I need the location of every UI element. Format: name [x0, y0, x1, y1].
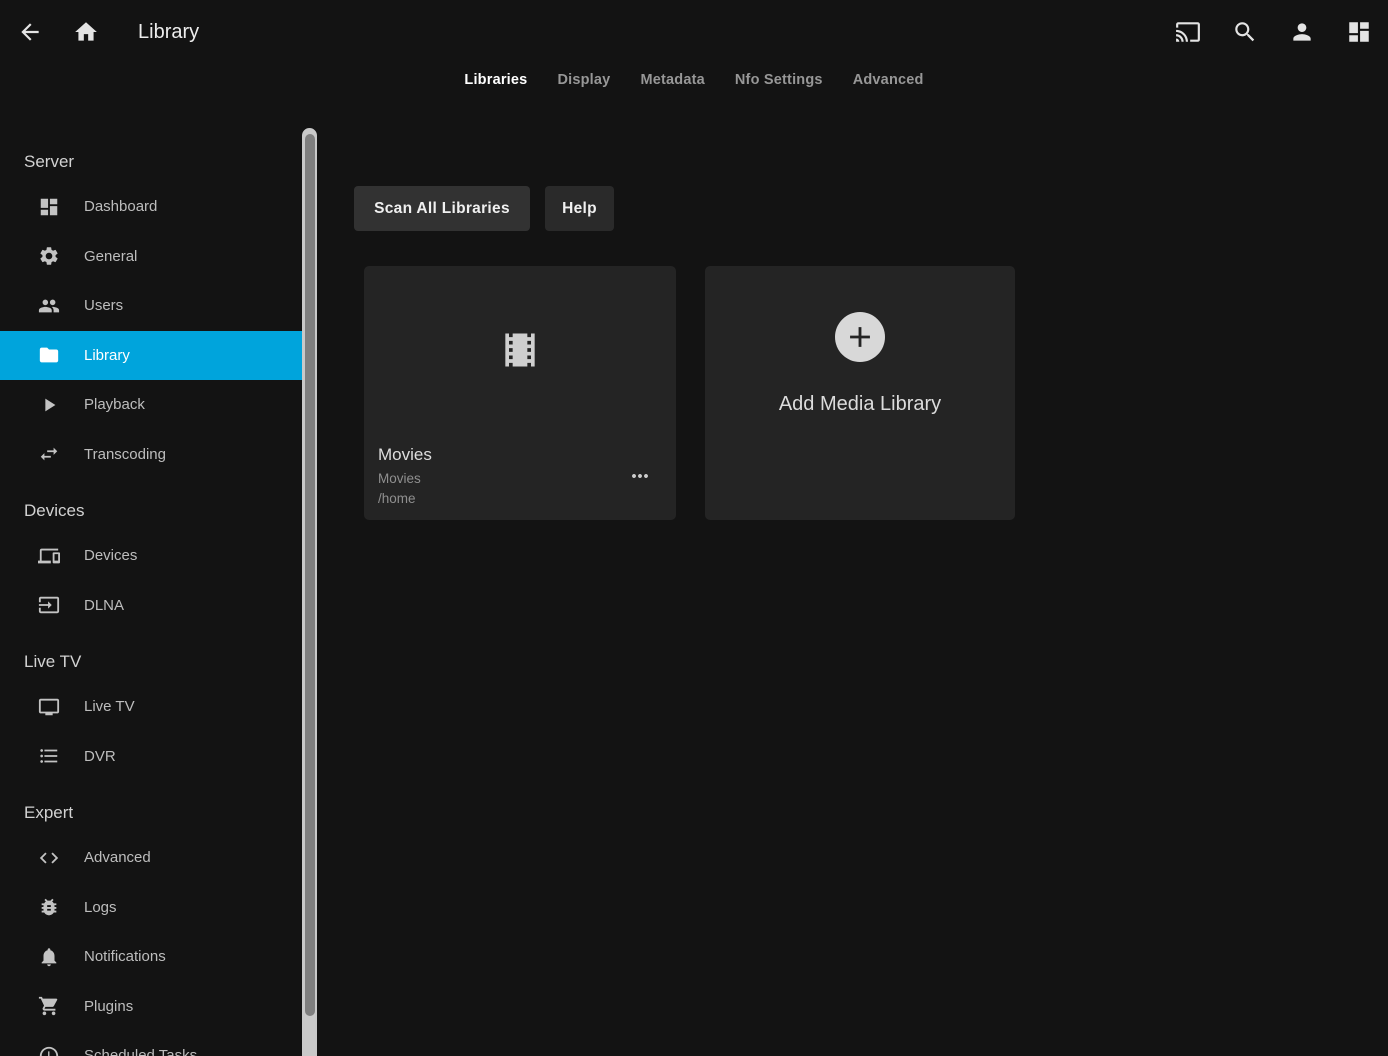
sidebar-item-label: Devices — [84, 547, 137, 564]
sidebar-item-label: Transcoding — [84, 446, 166, 463]
swap-arrows-icon — [37, 442, 61, 466]
users-icon — [37, 294, 61, 318]
film-strip-icon — [498, 328, 542, 372]
sidebar-item-label: DLNA — [84, 597, 124, 614]
sidebar-scrollbar-track[interactable] — [302, 128, 317, 1056]
sidebar-heading-devices: Devices — [0, 491, 303, 531]
sidebar-item-dlna[interactable]: DLNA — [0, 581, 303, 631]
sidebar-item-dvr[interactable]: DVR — [0, 732, 303, 782]
back-icon — [17, 19, 43, 45]
input-icon — [37, 593, 61, 617]
tab-nfo-settings[interactable]: Nfo Settings — [733, 68, 825, 92]
dashboard-grid-button[interactable] — [1345, 18, 1373, 46]
sidebar-item-notifications[interactable]: Notifications — [0, 932, 303, 982]
settings-tabs: Libraries Display Metadata Nfo Settings … — [0, 64, 1388, 96]
tab-advanced[interactable]: Advanced — [851, 68, 926, 92]
sidebar-item-label: Advanced — [84, 849, 151, 866]
search-icon — [1232, 19, 1258, 45]
sidebar-item-label: Live TV — [84, 698, 135, 715]
sidebar-item-plugins[interactable]: Plugins — [0, 982, 303, 1032]
card-path: /home — [378, 491, 416, 506]
sidebar-item-general[interactable]: General — [0, 232, 303, 282]
sidebar-item-live-tv[interactable]: Live TV — [0, 682, 303, 732]
tab-libraries[interactable]: Libraries — [462, 68, 529, 92]
sidebar-item-dashboard[interactable]: Dashboard — [0, 182, 303, 232]
sidebar-item-playback[interactable]: Playback — [0, 380, 303, 430]
bell-icon — [37, 945, 61, 969]
sidebar-item-label: Logs — [84, 899, 117, 916]
sidebar: Server Dashboard General Users Library P… — [0, 130, 303, 1056]
sidebar-item-users[interactable]: Users — [0, 281, 303, 331]
sidebar-item-label: Playback — [84, 396, 145, 413]
dashboard-grid-icon — [1346, 19, 1372, 45]
sidebar-item-scheduled-tasks[interactable]: Scheduled Tasks — [0, 1031, 303, 1056]
add-media-library-card[interactable]: Add Media Library — [705, 266, 1015, 520]
tab-metadata[interactable]: Metadata — [638, 68, 706, 92]
sidebar-item-label: Users — [84, 297, 123, 314]
sidebar-item-label: General — [84, 248, 137, 265]
sidebar-item-library[interactable]: Library — [0, 331, 303, 381]
folder-icon — [37, 343, 61, 367]
sidebar-scrollbar-thumb[interactable] — [305, 134, 315, 1016]
plus-icon — [835, 312, 885, 362]
search-button[interactable] — [1231, 18, 1259, 46]
sidebar-item-transcoding[interactable]: Transcoding — [0, 430, 303, 480]
user-icon — [1289, 19, 1315, 45]
help-button[interactable]: Help — [545, 186, 614, 231]
tab-display[interactable]: Display — [555, 68, 612, 92]
card-menu-button[interactable] — [626, 462, 654, 490]
home-icon — [73, 19, 99, 45]
card-type: Movies — [378, 471, 421, 486]
back-button[interactable] — [16, 18, 44, 46]
sidebar-item-label: Library — [84, 347, 130, 364]
home-button[interactable] — [72, 18, 100, 46]
page-title: Library — [138, 21, 199, 44]
sidebar-item-label: Notifications — [84, 948, 166, 965]
code-icon — [37, 846, 61, 870]
clock-icon — [37, 1044, 61, 1056]
sidebar-item-label: DVR — [84, 748, 116, 765]
scan-all-libraries-button[interactable]: Scan All Libraries — [354, 186, 530, 231]
sidebar-item-label: Dashboard — [84, 198, 157, 215]
sidebar-heading-expert: Expert — [0, 793, 303, 833]
tv-icon — [37, 695, 61, 719]
play-icon — [37, 393, 61, 417]
sidebar-item-devices[interactable]: Devices — [0, 531, 303, 581]
add-media-library-label: Add Media Library — [705, 393, 1015, 416]
sidebar-item-advanced[interactable]: Advanced — [0, 833, 303, 883]
sidebar-item-logs[interactable]: Logs — [0, 883, 303, 933]
dashboard-icon — [37, 195, 61, 219]
cast-button[interactable] — [1174, 18, 1202, 46]
cast-icon — [1175, 19, 1201, 45]
more-dots-icon — [628, 464, 652, 488]
sidebar-item-label: Scheduled Tasks — [84, 1047, 197, 1056]
topbar: Library — [0, 0, 1388, 64]
user-button[interactable] — [1288, 18, 1316, 46]
list-icon — [37, 744, 61, 768]
library-card-movies[interactable]: Movies Movies /home — [364, 266, 676, 520]
gear-icon — [37, 244, 61, 268]
sidebar-heading-server: Server — [0, 142, 303, 182]
cart-icon — [37, 994, 61, 1018]
devices-icon — [37, 544, 61, 568]
sidebar-item-label: Plugins — [84, 998, 133, 1015]
card-title: Movies — [378, 445, 432, 465]
bug-icon — [37, 895, 61, 919]
sidebar-heading-live-tv: Live TV — [0, 642, 303, 682]
